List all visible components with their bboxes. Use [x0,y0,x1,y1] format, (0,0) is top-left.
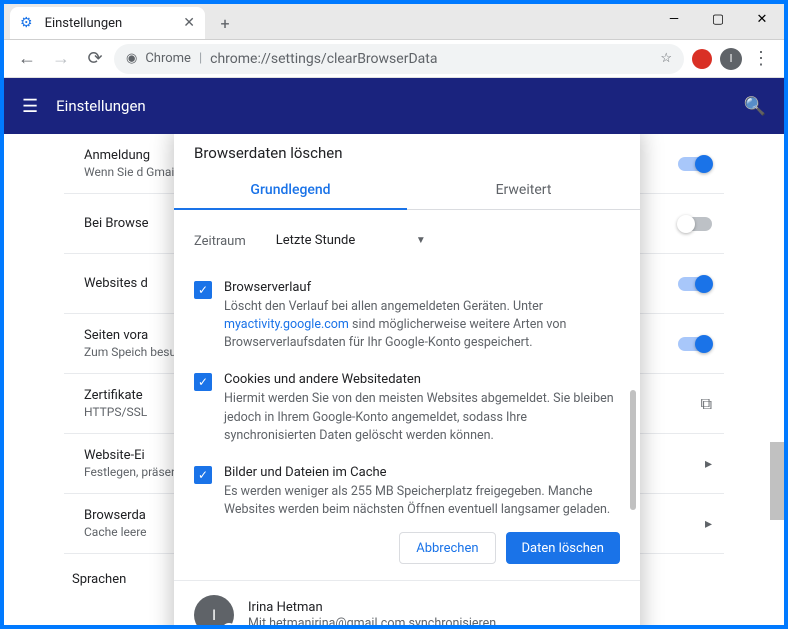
close-window-button[interactable]: ✕ [740,4,784,34]
option-title: Browserverlauf [224,280,616,295]
chevron-down-icon: ▼ [416,235,426,246]
new-tab-button[interactable]: + [211,9,239,37]
omnibox-url: chrome://settings/clearBrowserData [210,51,437,67]
extension-icon[interactable] [688,45,716,73]
forward-button[interactable]: → [46,44,76,74]
minimize-button[interactable]: ― [652,4,696,34]
scrollbar-thumb[interactable] [770,442,784,520]
clear-data-dialog: Browserdaten löschen Grundlegend Erweite… [174,134,640,625]
maximize-button[interactable]: ▢ [696,4,740,34]
gear-icon: ⚙ [20,15,33,31]
dialog-scrollbar[interactable] [630,390,636,510]
settings-title: Einstellungen [56,97,146,115]
close-tab-icon[interactable]: ✕ [183,15,195,31]
toggle[interactable] [678,277,712,291]
option-title: Cookies und andere Websitedaten [224,372,616,387]
account-name: Irina Hetman [248,600,496,615]
tab-basic[interactable]: Grundlegend [174,170,407,210]
chevron-right-icon: ▸ [705,516,712,532]
chevron-right-icon: ▸ [705,456,712,472]
external-link-icon: ⧉ [701,394,712,414]
option-title: Bilder und Dateien im Cache [224,465,616,480]
settings-header: ☰ Einstellungen 🔍 [4,78,784,134]
back-button[interactable]: ← [12,44,42,74]
sync-badge-icon [222,623,236,625]
tab-title: Einstellungen [45,16,176,31]
option-desc: Hiermit werden Sie von den meisten Websi… [224,390,616,444]
tab-advanced[interactable]: Erweitert [407,170,640,210]
omnibox[interactable]: ◉ Chrome | chrome://settings/clearBrowse… [114,44,684,74]
toggle[interactable] [678,217,712,231]
browser-tab[interactable]: ⚙ Einstellungen ✕ [10,7,205,39]
bookmark-star-icon[interactable]: ☆ [660,51,672,66]
toggle[interactable] [678,157,712,171]
cancel-button[interactable]: Abbrechen [399,532,495,564]
profile-avatar[interactable]: I [720,48,742,70]
toolbar: ← → ⟳ ◉ Chrome | chrome://settings/clear… [4,40,784,78]
time-range-select[interactable]: Letzte Stunde ▼ [266,226,436,256]
clear-data-button[interactable]: Daten löschen [506,532,620,564]
checkbox-history[interactable]: ✓ [194,281,212,299]
account-row[interactable]: I Irina Hetman Mit hetmanirina@gmail.com… [174,581,640,625]
myactivity-link[interactable]: myactivity.google.com [224,317,349,332]
checkbox-cache[interactable]: ✓ [194,466,212,484]
chrome-icon: ◉ [126,51,137,66]
account-sub: Mit hetmanirina@gmail.com synchronisiere… [248,616,496,626]
option-desc: Es werden weniger als 255 MB Speicherpla… [224,483,616,519]
time-range-label: Zeitraum [194,234,246,249]
omnibox-prefix: Chrome [145,51,191,66]
dialog-title: Browserdaten löschen [174,134,640,170]
reload-button[interactable]: ⟳ [80,44,110,74]
search-icon[interactable]: 🔍 [744,96,766,117]
option-desc: Löscht den Verlauf bei allen angemeldete… [224,298,616,352]
checkbox-cookies[interactable]: ✓ [194,373,212,391]
menu-button[interactable]: ⋮ [746,48,776,69]
omnibox-sep: | [199,51,202,66]
toggle[interactable] [678,337,712,351]
avatar: I [194,595,234,625]
hamburger-icon[interactable]: ☰ [22,96,38,117]
titlebar: ⚙ Einstellungen ✕ + ― ▢ ✕ [4,4,784,40]
